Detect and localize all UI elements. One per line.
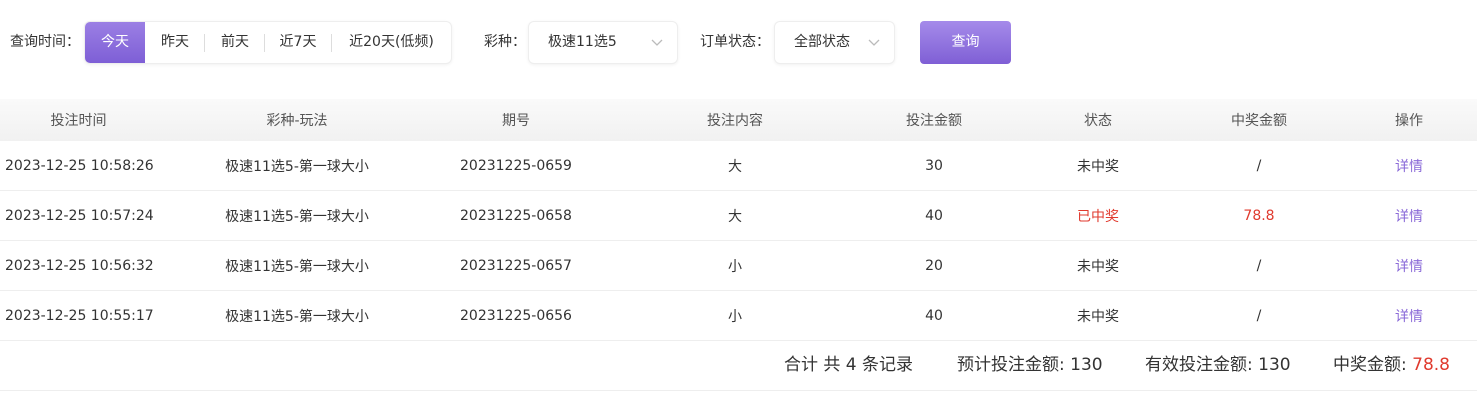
expected-bet-value: 130 [1070, 355, 1103, 375]
effective-bet-label: 有效投注金额: [1145, 355, 1259, 375]
summary-row: 合计 共 4 条记录 预计投注金额: 130 有效投注金额: 130 中奖金额:… [0, 341, 1477, 391]
table-header: 投注时间 彩种-玩法 期号 投注内容 投注金额 状态 中奖金额 操作 [0, 99, 1477, 141]
bet-time: 2023-12-25 10:58:26 [5, 157, 154, 174]
chevron-down-icon [651, 39, 663, 46]
table-row: 2023-12-25 10:55:17 极速11选5-第一球大小 2023122… [0, 291, 1477, 341]
total-records: 合计 共 4 条记录 [784, 355, 914, 375]
details-link[interactable]: 详情 [1309, 241, 1477, 290]
column-header-game: 彩种-玩法 [266, 113, 328, 129]
game-play: 极速11选5-第一球大小 [225, 308, 369, 325]
total-win-amount: 中奖金额: 78.8 [1333, 341, 1450, 390]
status-select-value: 全部状态 [794, 34, 850, 50]
bet-records-table: 投注时间 彩种-玩法 期号 投注内容 投注金额 状态 中奖金额 操作 2023-… [0, 99, 1477, 391]
status-filter-label: 订单状态： [700, 34, 770, 50]
column-header-action: 操作 [1395, 113, 1423, 129]
bet-content: 大 [728, 208, 742, 225]
column-header-issue: 期号 [502, 113, 530, 129]
win-amount-value: 78.8 [1412, 355, 1450, 375]
win-amount-label: 中奖金额: [1333, 355, 1413, 375]
issue-number: 20231225-0656 [460, 307, 572, 324]
bet-time: 2023-12-25 10:56:32 [5, 257, 154, 274]
lottery-select[interactable]: 极速11选5 [528, 21, 678, 64]
details-link[interactable]: 详情 [1309, 141, 1477, 190]
issue-number: 20231225-0657 [460, 257, 572, 274]
column-header-content: 投注内容 [707, 113, 763, 129]
time-option-today[interactable]: 今天 [85, 22, 145, 63]
game-play: 极速11选5-第一球大小 [225, 158, 369, 175]
lottery-filter-label: 彩种： [484, 34, 526, 50]
game-play: 极速11选5-第一球大小 [225, 258, 369, 275]
bet-content: 小 [728, 258, 742, 275]
bet-content: 大 [728, 158, 742, 175]
query-button[interactable]: 查询 [920, 21, 1011, 64]
table-row: 2023-12-25 10:58:26 极速11选5-第一球大小 2023122… [0, 141, 1477, 191]
filter-bar: 查询时间： 今天 昨天 前天 近7天 近20天(低频) 彩种： 极速11选5 订… [0, 21, 1477, 64]
game-play: 极速11选5-第一球大小 [225, 208, 369, 225]
table-row: 2023-12-25 10:57:24 极速11选5-第一球大小 2023122… [0, 191, 1477, 241]
column-header-bet-time: 投注时间 [50, 113, 107, 129]
time-option-yesterday[interactable]: 昨天 [145, 22, 205, 63]
bet-time: 2023-12-25 10:55:17 [5, 307, 154, 324]
lottery-select-value: 极速11选5 [548, 34, 617, 50]
chevron-down-icon [868, 39, 880, 46]
bet-time: 2023-12-25 10:57:24 [5, 207, 154, 224]
issue-number: 20231225-0659 [460, 157, 572, 174]
time-filter-label: 查询时间： [10, 34, 80, 50]
effective-bet-amount: 有效投注金额: 130 [1145, 341, 1291, 390]
table-row: 2023-12-25 10:56:32 极速11选5-第一球大小 2023122… [0, 241, 1477, 291]
time-option-20-days[interactable]: 近20天(低频) [332, 22, 451, 63]
time-range-selector: 今天 昨天 前天 近7天 近20天(低频) [84, 21, 452, 64]
details-link[interactable]: 详情 [1309, 291, 1477, 340]
status-select[interactable]: 全部状态 [774, 21, 895, 64]
time-option-day-before[interactable]: 前天 [205, 22, 265, 63]
time-option-7-days[interactable]: 近7天 [265, 22, 331, 63]
issue-number: 20231225-0658 [460, 207, 572, 224]
effective-bet-value: 130 [1258, 355, 1291, 375]
expected-bet-amount: 预计投注金额: 130 [957, 341, 1103, 390]
bet-content: 小 [728, 308, 742, 325]
details-link[interactable]: 详情 [1309, 191, 1477, 240]
expected-bet-label: 预计投注金额: [957, 355, 1071, 375]
